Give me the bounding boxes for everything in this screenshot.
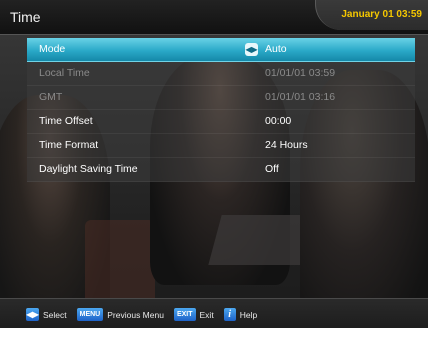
clock-tab: January 01 03:59 bbox=[315, 0, 428, 30]
clock: January 01 03:59 bbox=[341, 9, 422, 20]
menu-value: 24 Hours bbox=[265, 139, 308, 151]
menu-row-mode[interactable]: Mode ◀▶ Auto bbox=[27, 38, 415, 62]
menu-value: Auto bbox=[265, 43, 287, 55]
time-settings-screen: Time January 01 03:59 Mode ◀▶ Auto Local… bbox=[0, 0, 428, 345]
menu-label: GMT bbox=[39, 91, 63, 103]
title-bar: Time January 01 03:59 bbox=[0, 0, 428, 35]
help-help-text: Help bbox=[239, 309, 258, 320]
help-select-text: Select bbox=[43, 309, 67, 320]
menu-value: 01/01/01 03:59 bbox=[265, 67, 336, 79]
menu-label: Mode bbox=[39, 43, 66, 55]
menu-label: Time Offset bbox=[39, 115, 93, 127]
menu-row-time-offset[interactable]: Time Offset 00:00 bbox=[27, 110, 415, 134]
menu-label: Local Time bbox=[39, 67, 90, 79]
menu-key-icon: MENU bbox=[76, 308, 104, 321]
background-chair bbox=[85, 220, 155, 310]
page-title: Time bbox=[10, 9, 41, 25]
menu-label: Daylight Saving Time bbox=[39, 163, 138, 175]
help-bar: ◀▶ Select MENU Previous Menu EXIT Exit i… bbox=[0, 298, 428, 329]
menu-row-gmt: GMT 01/01/01 03:16 bbox=[27, 86, 415, 110]
help-legend: ◀▶ Select MENU Previous Menu EXIT Exit i… bbox=[26, 308, 263, 321]
menu-value: 01/01/01 03:16 bbox=[265, 91, 336, 103]
info-icon: i bbox=[223, 308, 236, 321]
menu-value: Off bbox=[265, 163, 279, 175]
left-right-arrow-icon: ◀▶ bbox=[26, 308, 39, 321]
menu-label: Time Format bbox=[39, 139, 99, 151]
menu-row-time-format[interactable]: Time Format 24 Hours bbox=[27, 134, 415, 158]
bottom-border bbox=[0, 328, 428, 345]
exit-key-icon: EXIT bbox=[173, 308, 196, 321]
help-exit-text: Exit bbox=[199, 309, 214, 320]
menu-row-daylight-saving[interactable]: Daylight Saving Time Off bbox=[27, 158, 415, 182]
settings-menu: Mode ◀▶ Auto Local Time 01/01/01 03:59 G… bbox=[27, 38, 415, 182]
menu-row-local-time: Local Time 01/01/01 03:59 bbox=[27, 62, 415, 86]
menu-value: 00:00 bbox=[265, 115, 292, 127]
left-right-arrow-icon[interactable]: ◀▶ bbox=[245, 43, 258, 56]
help-previous-menu-text: Previous Menu bbox=[107, 309, 164, 320]
